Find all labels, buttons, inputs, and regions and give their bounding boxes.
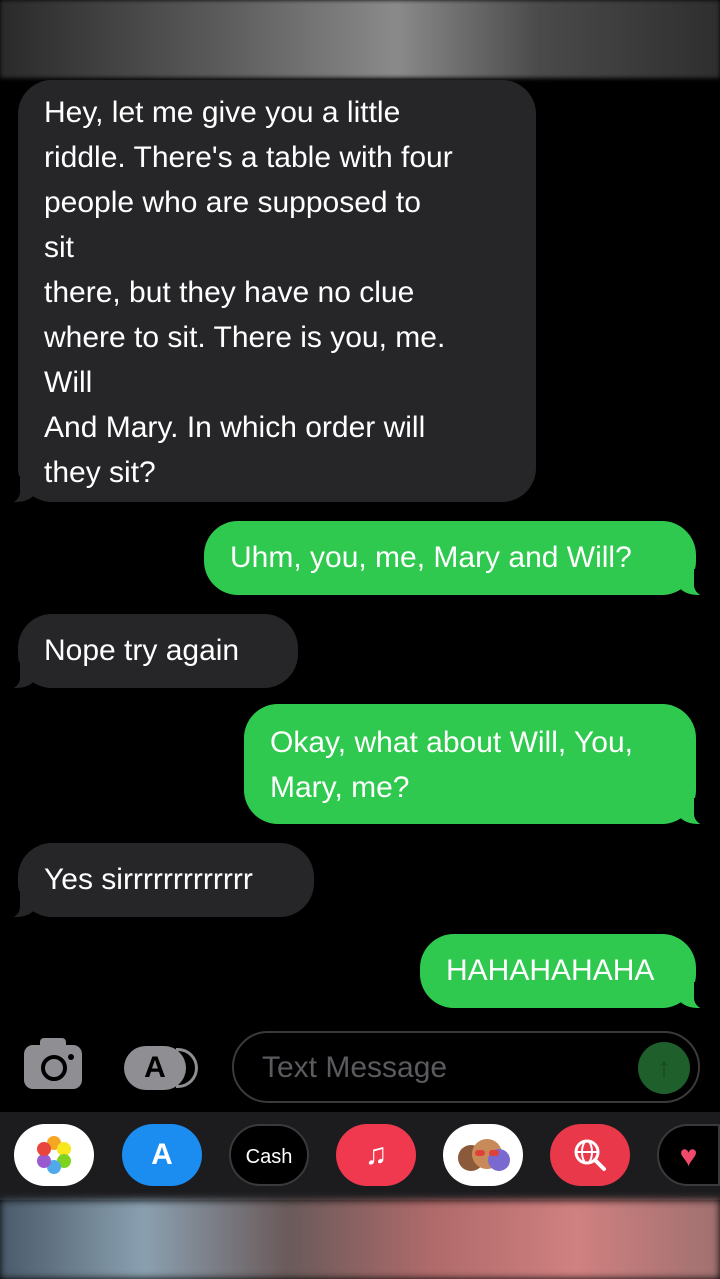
message-outgoing[interactable]: HAHAHAHAHA xyxy=(420,934,718,1010)
music-icon[interactable]: ♫ xyxy=(336,1124,416,1186)
message-input-field[interactable]: ↑ xyxy=(232,1031,700,1103)
message-incoming[interactable]: Yes sirrrrrrrrrrrrr xyxy=(0,843,314,919)
arrow-up-icon[interactable]: ↑ xyxy=(638,1042,690,1094)
photos-flower xyxy=(37,1136,71,1174)
search-images-icon[interactable] xyxy=(550,1124,630,1186)
message-input[interactable] xyxy=(260,1047,624,1089)
camera-icon[interactable] xyxy=(24,1038,82,1089)
memoji-faces xyxy=(458,1139,510,1171)
blurred-header xyxy=(0,0,720,78)
heart-icon[interactable]: ♥ xyxy=(657,1124,720,1186)
photos-icon[interactable] xyxy=(14,1124,94,1186)
app-store-icon[interactable]: A xyxy=(122,1124,202,1186)
message-outgoing[interactable]: Uhm, you, me, Mary and Will? xyxy=(204,521,718,597)
cash-label: Cash xyxy=(245,1146,293,1168)
blurred-footer xyxy=(0,1200,720,1279)
memoji-icon[interactable] xyxy=(443,1124,523,1186)
message-incoming[interactable]: Nope try again xyxy=(0,614,298,690)
globe-search-glyph xyxy=(574,1139,606,1171)
message-incoming[interactable]: Hey, let me give you a little riddle. Th… xyxy=(0,80,536,504)
apple-cash-icon[interactable]: Cash xyxy=(229,1124,309,1186)
message-outgoing[interactable]: Okay, what about Will, You, Mary, me? xyxy=(244,704,718,826)
